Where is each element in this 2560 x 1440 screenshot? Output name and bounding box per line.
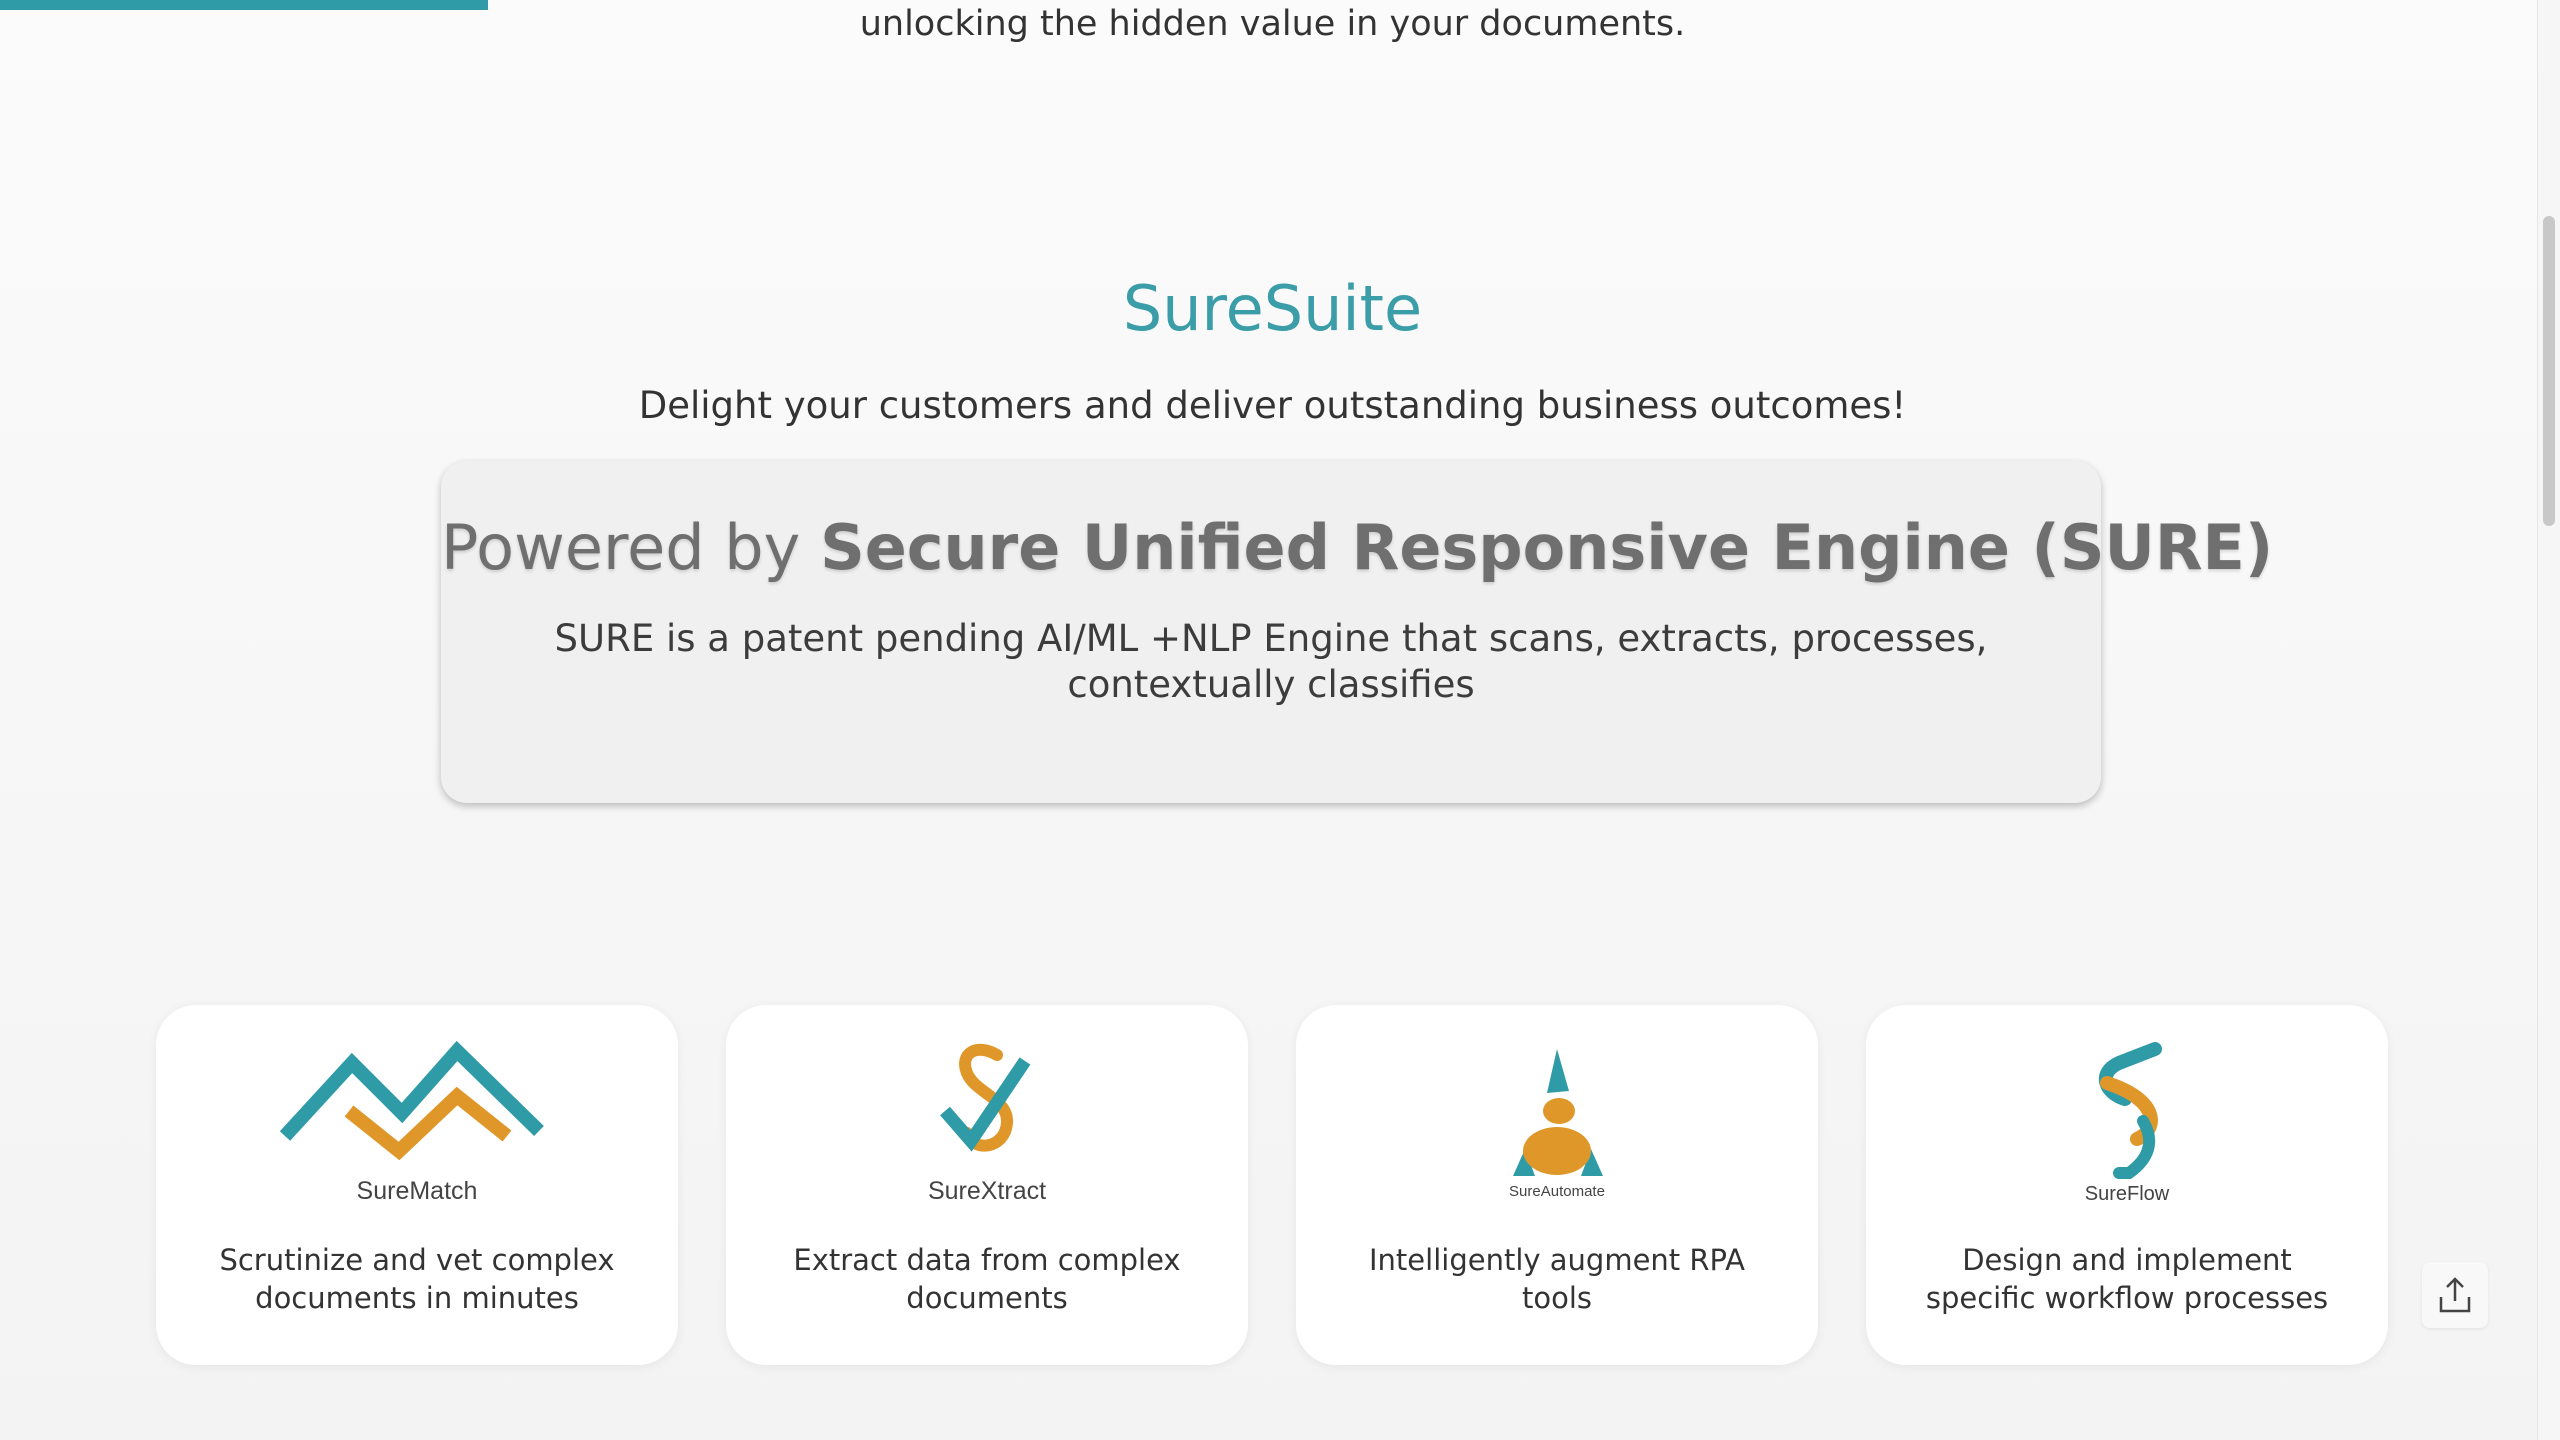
share-button[interactable] [2422, 1262, 2488, 1328]
vertical-scrollbar[interactable] [2537, 0, 2560, 1440]
engine-card: Powered by Secure Unified Responsive Eng… [441, 461, 2273, 803]
product-card-surextract[interactable]: SureXtract Extract data from complex doc… [726, 1005, 1248, 1365]
product-description: Extract data from complex documents [793, 1243, 1181, 1315]
product-card-sureflow[interactable]: SureFlow Design and implement specific w… [1866, 1005, 2388, 1365]
product-card-surematch[interactable]: SureMatch Scrutinize and vet complex doc… [156, 1005, 678, 1365]
share-upload-icon [2439, 1277, 2471, 1313]
product-description: Intelligently augment RPA tools [1369, 1243, 1745, 1315]
engine-description: SURE is a patent pending AI/ML +NLP Engi… [554, 617, 1988, 706]
product-card-sureautomate[interactable]: SureAutomate Intelligently augment RPA t… [1296, 1005, 1818, 1365]
page: unlocking the hidden value in your docum… [0, 0, 2560, 1440]
product-description: Scrutinize and vet complex documents in … [219, 1243, 615, 1315]
scrollbar-thumb[interactable] [2543, 216, 2555, 526]
product-name: SureXtract [927, 1177, 1047, 1205]
engine-heading-prefix: Powered by [441, 511, 821, 584]
engine-heading: Powered by Secure Unified Responsive Eng… [441, 511, 2273, 584]
intro-text: unlocking the hidden value in your docum… [859, 4, 1686, 44]
product-description: Design and implement specific workflow p… [1925, 1243, 2329, 1315]
product-name: SureAutomate [1509, 1183, 1605, 1200]
section-subtitle: Delight your customers and deliver outst… [638, 384, 1907, 427]
engine-heading-name: Secure Unified Responsive Engine (SURE) [820, 511, 2274, 584]
product-name: SureMatch [356, 1177, 478, 1205]
section-title: SureSuite [1122, 272, 1423, 345]
product-name: SureFlow [2084, 1183, 2170, 1205]
